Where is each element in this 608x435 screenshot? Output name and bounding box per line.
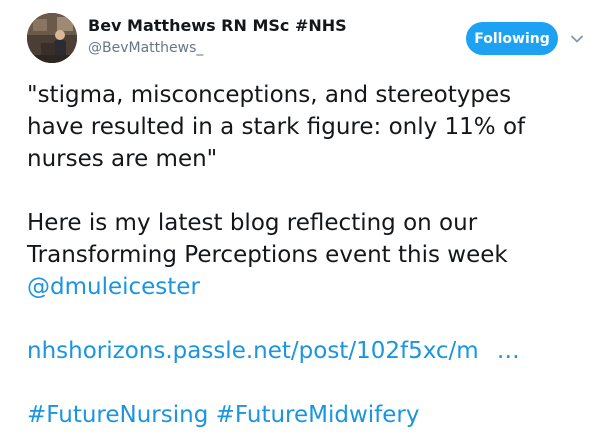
mention-link[interactable]: @dmuleicester [27, 274, 200, 300]
body-line-2: Transforming Perceptions event this week [27, 242, 508, 268]
avatar[interactable] [27, 13, 77, 63]
paragraph-break [27, 175, 597, 207]
author-name[interactable]: Bev Matthews RN MSc #NHS [88, 16, 347, 35]
paragraph-break [27, 303, 597, 335]
blog-url-link[interactable]: nhshorizons.passle.net/post/102f5xc/m [27, 338, 479, 364]
chevron-down-icon[interactable] [569, 31, 585, 47]
url-ellipsis[interactable]: … [497, 338, 520, 364]
quote-line-1: "stigma, misconceptions, and stereotypes [27, 82, 512, 108]
body-line-1: Here is my latest blog reflecting on our [27, 210, 478, 236]
paragraph-break [27, 367, 597, 399]
quote-line-3: nurses are men" [27, 146, 218, 172]
tweet-text: "stigma, misconceptions, and stereotypes… [27, 79, 597, 431]
hashtag-futurenursing[interactable]: #FutureNursing [27, 402, 208, 428]
hashtag-futuremidwifery[interactable]: #FutureMidwifery [216, 402, 420, 428]
author-handle[interactable]: @BevMatthews_ [88, 40, 203, 56]
following-button[interactable]: Following [466, 22, 558, 55]
quote-line-2: have resulted in a stark figure: only 11… [27, 114, 526, 140]
